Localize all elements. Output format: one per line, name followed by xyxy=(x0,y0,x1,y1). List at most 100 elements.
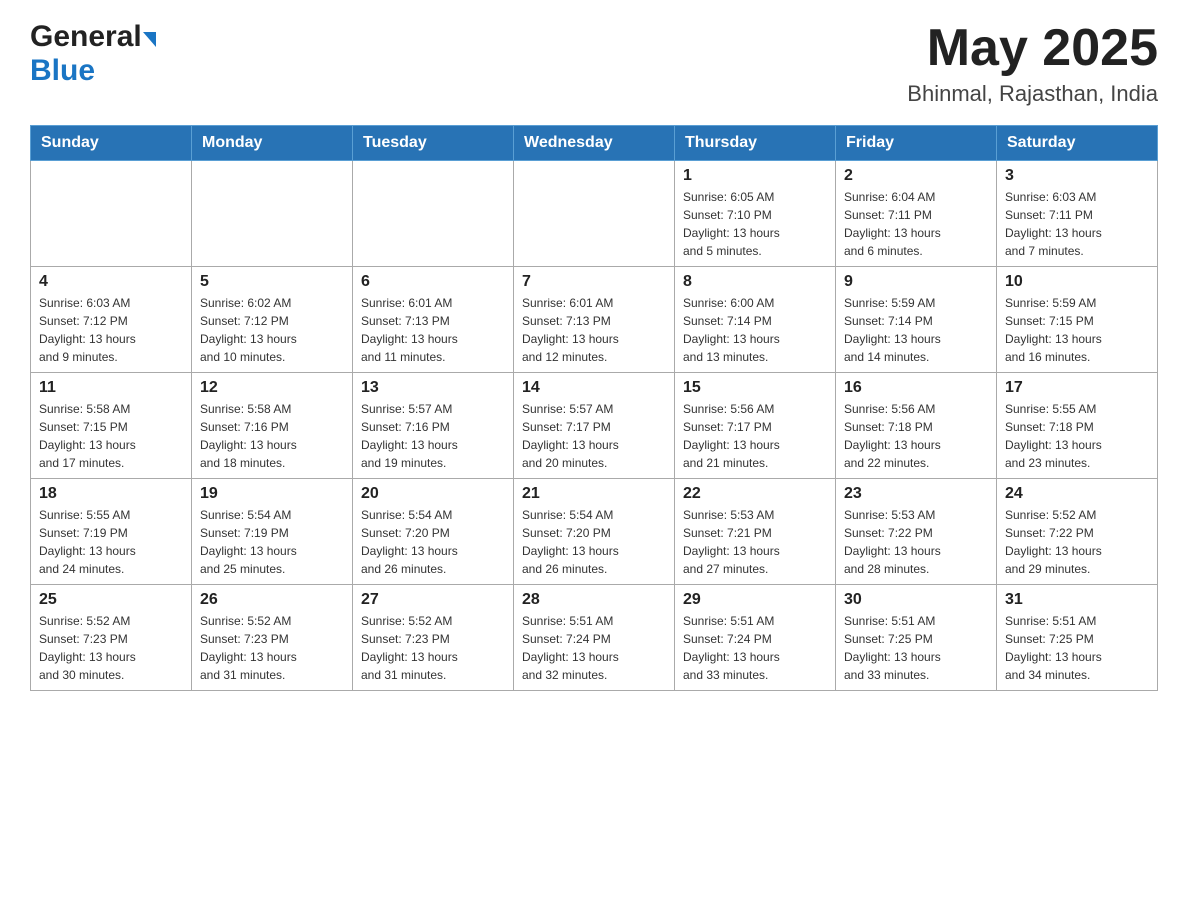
calendar-cell: 10Sunrise: 5:59 AMSunset: 7:15 PMDayligh… xyxy=(997,267,1158,373)
logo-blue-text: Blue xyxy=(30,54,95,88)
day-number: 28 xyxy=(522,591,666,609)
day-info: Sunrise: 5:52 AMSunset: 7:23 PMDaylight:… xyxy=(200,612,344,684)
day-number: 31 xyxy=(1005,591,1149,609)
calendar-subtitle: Bhinmal, Rajasthan, India xyxy=(907,81,1158,107)
calendar-cell: 12 Sunrise: 5:58 AMSunset: 7:16 PMDayligh… xyxy=(192,373,353,479)
calendar-cell: 3 Sunrise: 6:03 AMSunset: 7:11 PMDaylight… xyxy=(997,161,1158,267)
calendar-cell: 5 Sunrise: 6:02 AMSunset: 7:12 PMDaylight… xyxy=(192,267,353,373)
day-number: 29 xyxy=(683,591,827,609)
day-number: 3 xyxy=(1005,167,1149,185)
day-info: Sunrise: 6:05 AMSunset: 7:10 PMDaylight:… xyxy=(683,188,827,260)
page-header: General Blue May 2025 Bhinmal, Rajasthan… xyxy=(30,20,1158,107)
calendar-cell: 16 Sunrise: 5:56 AMSunset: 7:18 PMDayligh… xyxy=(836,373,997,479)
calendar-cell: 17 Sunrise: 5:55 AMSunset: 7:18 PMDayligh… xyxy=(997,373,1158,479)
day-info: Sunrise: 5:58 AMSunset: 7:16 PMDaylight:… xyxy=(200,400,344,472)
calendar-title: May 2025 xyxy=(907,20,1158,77)
logo: General Blue xyxy=(30,20,156,92)
day-info: Sunrise: 5:56 AMSunset: 7:18 PMDaylight:… xyxy=(844,400,988,472)
day-number: 22 xyxy=(683,485,827,503)
day-info: Sunrise: 6:04 AMSunset: 7:11 PMDaylight:… xyxy=(844,188,988,260)
calendar-cell: 28 Sunrise: 5:51 AMSunset: 7:24 PMDayligh… xyxy=(514,585,675,691)
day-info: Sunrise: 5:55 AMSunset: 7:19 PMDaylight:… xyxy=(39,506,183,578)
day-number: 30 xyxy=(844,591,988,609)
calendar-cell: 7 Sunrise: 6:01 AMSunset: 7:13 PMDaylight… xyxy=(514,267,675,373)
title-section: May 2025 Bhinmal, Rajasthan, India xyxy=(907,20,1158,107)
day-info: Sunrise: 5:59 AMSunset: 7:14 PMDaylight:… xyxy=(844,294,988,366)
calendar-cell: 2Sunrise: 6:04 AMSunset: 7:11 PMDaylight… xyxy=(836,161,997,267)
day-info: Sunrise: 6:01 AMSunset: 7:13 PMDaylight:… xyxy=(522,294,666,366)
day-number: 17 xyxy=(1005,379,1149,397)
day-info: Sunrise: 5:54 AMSunset: 7:19 PMDaylight:… xyxy=(200,506,344,578)
day-info: Sunrise: 5:56 AMSunset: 7:17 PMDaylight:… xyxy=(683,400,827,472)
day-number: 27 xyxy=(361,591,505,609)
day-info: Sunrise: 5:58 AMSunset: 7:15 PMDaylight:… xyxy=(39,400,183,472)
day-info: Sunrise: 5:59 AMSunset: 7:15 PMDaylight:… xyxy=(1005,294,1149,366)
calendar-cell xyxy=(353,161,514,267)
day-info: Sunrise: 5:52 AMSunset: 7:22 PMDaylight:… xyxy=(1005,506,1149,578)
calendar-cell: 8 Sunrise: 6:00 AMSunset: 7:14 PMDaylight… xyxy=(675,267,836,373)
day-number: 16 xyxy=(844,379,988,397)
day-info: Sunrise: 5:51 AMSunset: 7:25 PMDaylight:… xyxy=(1005,612,1149,684)
day-info: Sunrise: 6:00 AMSunset: 7:14 PMDaylight:… xyxy=(683,294,827,366)
day-info: Sunrise: 6:03 AMSunset: 7:11 PMDaylight:… xyxy=(1005,188,1149,260)
calendar-cell: 26Sunrise: 5:52 AMSunset: 7:23 PMDayligh… xyxy=(192,585,353,691)
calendar-cell: 30 Sunrise: 5:51 AMSunset: 7:25 PMDayligh… xyxy=(836,585,997,691)
calendar-cell: 31 Sunrise: 5:51 AMSunset: 7:25 PMDayligh… xyxy=(997,585,1158,691)
day-number: 5 xyxy=(200,273,344,291)
weekday-header-friday: Friday xyxy=(836,126,997,161)
day-info: Sunrise: 5:55 AMSunset: 7:18 PMDaylight:… xyxy=(1005,400,1149,472)
day-info: Sunrise: 5:51 AMSunset: 7:24 PMDaylight:… xyxy=(522,612,666,684)
day-number: 20 xyxy=(361,485,505,503)
weekday-header-wednesday: Wednesday xyxy=(514,126,675,161)
day-info: Sunrise: 6:03 AMSunset: 7:12 PMDaylight:… xyxy=(39,294,183,366)
calendar-cell: 21 Sunrise: 5:54 AMSunset: 7:20 PMDayligh… xyxy=(514,479,675,585)
calendar-cell: 18 Sunrise: 5:55 AMSunset: 7:19 PMDayligh… xyxy=(31,479,192,585)
calendar-cell: 1Sunrise: 6:05 AMSunset: 7:10 PMDaylight… xyxy=(675,161,836,267)
day-info: Sunrise: 5:51 AMSunset: 7:24 PMDaylight:… xyxy=(683,612,827,684)
calendar-cell xyxy=(31,161,192,267)
day-info: Sunrise: 5:51 AMSunset: 7:25 PMDaylight:… xyxy=(844,612,988,684)
calendar-cell: 23 Sunrise: 5:53 AMSunset: 7:22 PMDayligh… xyxy=(836,479,997,585)
calendar-cell: 11 Sunrise: 5:58 AMSunset: 7:15 PMDayligh… xyxy=(31,373,192,479)
day-number: 6 xyxy=(361,273,505,291)
day-info: Sunrise: 5:54 AMSunset: 7:20 PMDaylight:… xyxy=(361,506,505,578)
day-number: 18 xyxy=(39,485,183,503)
calendar-cell xyxy=(192,161,353,267)
day-number: 24 xyxy=(1005,485,1149,503)
calendar-cell: 22 Sunrise: 5:53 AMSunset: 7:21 PMDayligh… xyxy=(675,479,836,585)
calendar-cell: 9Sunrise: 5:59 AMSunset: 7:14 PMDaylight… xyxy=(836,267,997,373)
day-number: 23 xyxy=(844,485,988,503)
day-info: Sunrise: 6:01 AMSunset: 7:13 PMDaylight:… xyxy=(361,294,505,366)
calendar-cell: 6 Sunrise: 6:01 AMSunset: 7:13 PMDaylight… xyxy=(353,267,514,373)
weekday-header-thursday: Thursday xyxy=(675,126,836,161)
day-number: 15 xyxy=(683,379,827,397)
day-number: 13 xyxy=(361,379,505,397)
day-number: 25 xyxy=(39,591,183,609)
day-number: 4 xyxy=(39,273,183,291)
day-info: Sunrise: 5:52 AMSunset: 7:23 PMDaylight:… xyxy=(39,612,183,684)
logo-triangle-icon xyxy=(143,32,156,47)
calendar-cell: 27Sunrise: 5:52 AMSunset: 7:23 PMDayligh… xyxy=(353,585,514,691)
calendar-cell: 19Sunrise: 5:54 AMSunset: 7:19 PMDayligh… xyxy=(192,479,353,585)
day-number: 21 xyxy=(522,485,666,503)
weekday-header-sunday: Sunday xyxy=(31,126,192,161)
day-info: Sunrise: 5:53 AMSunset: 7:21 PMDaylight:… xyxy=(683,506,827,578)
day-number: 11 xyxy=(39,379,183,397)
day-number: 12 xyxy=(200,379,344,397)
calendar-cell: 13 Sunrise: 5:57 AMSunset: 7:16 PMDayligh… xyxy=(353,373,514,479)
day-info: Sunrise: 5:57 AMSunset: 7:17 PMDaylight:… xyxy=(522,400,666,472)
day-info: Sunrise: 6:02 AMSunset: 7:12 PMDaylight:… xyxy=(200,294,344,366)
day-number: 8 xyxy=(683,273,827,291)
day-info: Sunrise: 5:53 AMSunset: 7:22 PMDaylight:… xyxy=(844,506,988,578)
calendar-cell: 20 Sunrise: 5:54 AMSunset: 7:20 PMDayligh… xyxy=(353,479,514,585)
calendar-header-row: SundayMondayTuesdayWednesdayThursdayFrid… xyxy=(31,126,1158,161)
day-info: Sunrise: 5:54 AMSunset: 7:20 PMDaylight:… xyxy=(522,506,666,578)
day-number: 7 xyxy=(522,273,666,291)
day-info: Sunrise: 5:57 AMSunset: 7:16 PMDaylight:… xyxy=(361,400,505,472)
calendar-cell xyxy=(514,161,675,267)
weekday-header-tuesday: Tuesday xyxy=(353,126,514,161)
calendar-cell: 29 Sunrise: 5:51 AMSunset: 7:24 PMDayligh… xyxy=(675,585,836,691)
logo-general-text: General xyxy=(30,20,142,54)
weekday-header-monday: Monday xyxy=(192,126,353,161)
calendar-table: SundayMondayTuesdayWednesdayThursdayFrid… xyxy=(30,125,1158,691)
